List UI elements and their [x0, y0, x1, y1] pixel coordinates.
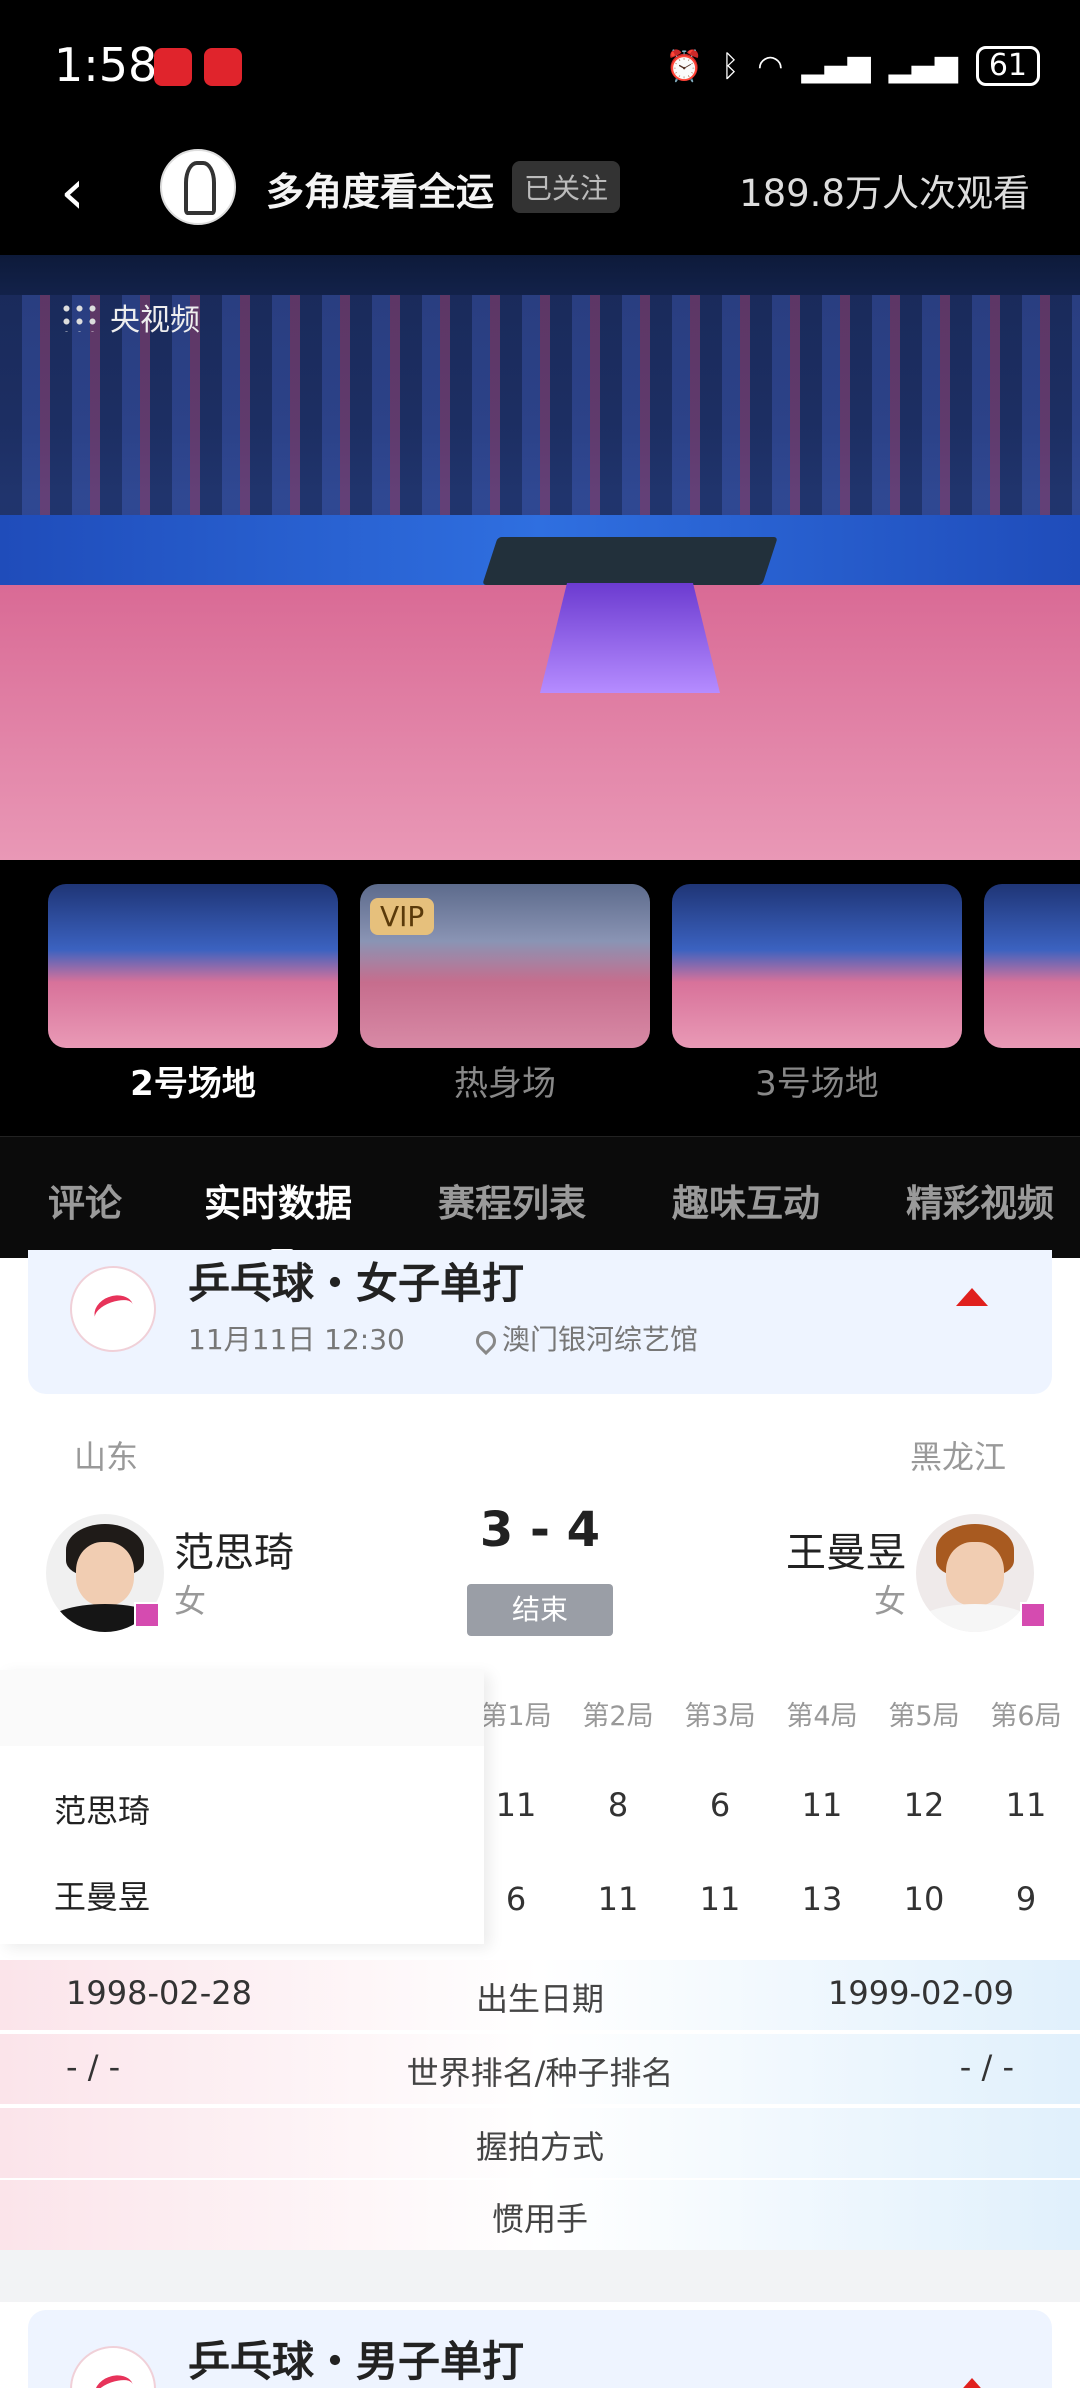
set-score: 12 [903, 1786, 945, 1824]
compare-right-value: - / - [959, 2048, 1014, 2086]
signal-icon: ▂▄▆ [888, 48, 958, 84]
set-score: 11 [495, 1786, 537, 1824]
channel-avatar[interactable] [160, 149, 236, 225]
set-score: 11 [699, 1880, 741, 1918]
channel-title[interactable]: 多角度看全运 [266, 161, 494, 216]
angle-thumb[interactable] [672, 884, 962, 1048]
angle-thumb[interactable] [984, 884, 1080, 1048]
compare-row-hand: 惯用手 [0, 2180, 1080, 2250]
compare-label: 世界排名/种子排名 [406, 2054, 674, 2092]
table-tennis-base [540, 583, 720, 693]
set-score: 11 [597, 1880, 639, 1918]
tab-highlights[interactable]: 精彩视频 [906, 1173, 1054, 1227]
alarm-icon: ⏰ [665, 48, 704, 84]
collapse-icon[interactable] [956, 1288, 988, 1306]
set-row-name: 王曼昱 [54, 1878, 151, 1916]
player-tag-icon [1020, 1602, 1046, 1628]
event-card[interactable]: 乒乓球・女子单打 11月11日 12:30 澳门银河综艺馆 [28, 1250, 1052, 1394]
battery-icon: 61 [975, 46, 1040, 86]
venue-text: 澳门银河综艺馆 [502, 1323, 699, 1356]
right-province: 黑龙江 [909, 1438, 1006, 1476]
tab-schedule[interactable]: 赛程列表 [438, 1173, 586, 1227]
table-tennis-icon [70, 2346, 156, 2388]
vip-badge: VIP [370, 898, 435, 935]
event-time: 11月11日 12:30 [188, 1323, 405, 1356]
view-count: 189.8万人次观看 [739, 172, 1030, 215]
compare-row-grip: 握拍方式 [0, 2108, 1080, 2178]
huawei-app-icon [154, 48, 192, 86]
cctv-logo-icon [60, 302, 100, 332]
app-notification-icon [204, 48, 242, 86]
video-player[interactable]: 央视频 [0, 255, 1080, 860]
compare-right-value: 1999-02-09 [828, 1974, 1014, 2012]
set-score: 11 [801, 1786, 843, 1824]
angle-thumb[interactable] [48, 884, 338, 1048]
status-bar: 1:58 ⏰ ᛒ ◠ ▂▄▆ ▂▄▆ 61 [0, 0, 1080, 135]
match-score: 3 - 4 [479, 1502, 601, 1558]
section-divider [0, 2250, 1080, 2302]
left-province: 山东 [74, 1438, 139, 1476]
table-tennis-table [482, 537, 778, 585]
location-pin-icon [471, 1326, 501, 1356]
watermark-text: 央视频 [110, 303, 200, 338]
angle-thumb[interactable]: VIP [360, 884, 650, 1048]
player-tag-icon [134, 1602, 160, 1628]
tab-comments[interactable]: 评论 [48, 1173, 122, 1227]
set-score: 9 [1015, 1880, 1037, 1918]
event-title: 乒乓球・男子单打 [188, 2337, 525, 2386]
set-header: 第3局 [684, 1701, 756, 1732]
follow-button[interactable]: 已关注 [512, 161, 621, 213]
status-icons: ⏰ ᛒ ◠ ▂▄▆ ▂▄▆ 61 [666, 46, 1040, 86]
tab-interaction[interactable]: 趣味互动 [672, 1173, 820, 1227]
set-score: 6 [709, 1786, 731, 1824]
set-row-name: 范思琦 [54, 1792, 151, 1830]
angle-label[interactable]: 2号场地 [48, 1056, 338, 1105]
tab-live-data[interactable]: 实时数据 [204, 1173, 352, 1227]
player-name-right: 王曼昱 [786, 1530, 906, 1576]
compare-row-ranking: 世界排名/种子排名 - / - - / - [0, 2034, 1080, 2104]
compare-left-value: 1998-02-28 [66, 1974, 252, 2012]
player-gender-right: 女 [873, 1582, 906, 1620]
set-header: 第2局 [582, 1701, 654, 1732]
player-avatar-right[interactable] [916, 1514, 1034, 1632]
angle-label[interactable]: 热身场 [360, 1056, 650, 1105]
set-score: 13 [801, 1880, 843, 1918]
set-score: 11 [1005, 1786, 1047, 1824]
set-score: 8 [607, 1786, 629, 1824]
compare-label: 惯用手 [491, 2200, 588, 2238]
event-venue: 澳门银河综艺馆 [471, 1318, 699, 1358]
compare-label: 握拍方式 [475, 2128, 604, 2166]
angle-selector: 2号场地 VIP 热身场 3号场地 [0, 860, 1080, 1136]
video-watermark: 央视频 [60, 295, 200, 339]
set-header: 第6局 [990, 1701, 1062, 1732]
live-data-panel: 乒乓球・女子单打 11月11日 12:30 澳门银河综艺馆 山东 黑龙江 范思琦… [0, 1250, 1080, 2388]
expand-icon[interactable] [956, 2378, 988, 2388]
set-score: 6 [505, 1880, 527, 1918]
angle-label[interactable]: 3号场地 [672, 1056, 962, 1105]
status-time: 1:58 [54, 38, 158, 92]
event-card[interactable]: 乒乓球・男子单打 [28, 2310, 1052, 2388]
player-gender-left: 女 [174, 1582, 207, 1620]
names-column: 范思琦 王曼昱 [0, 1670, 484, 1944]
set-score: 10 [903, 1880, 945, 1918]
event-title: 乒乓球・女子单打 [188, 1259, 525, 1308]
bluetooth-icon: ᛒ [721, 48, 740, 84]
wifi-icon: ◠ [757, 48, 784, 84]
back-icon[interactable]: ‹ [60, 157, 85, 227]
set-header: 第5局 [888, 1701, 960, 1732]
live-header: ‹ 多角度看全运 已关注 189.8万人次观看 [0, 135, 1080, 255]
compare-left-value: - / - [66, 2048, 121, 2086]
set-header: 第4局 [786, 1701, 858, 1732]
match-status-badge: 结束 [467, 1584, 613, 1636]
compare-row-birthdate: 出生日期 1998-02-28 1999-02-09 [0, 1960, 1080, 2030]
content-tabs: 评论 实时数据 赛程列表 趣味互动 精彩视频 [0, 1136, 1080, 1258]
signal-icon: ▂▄▆ [801, 48, 871, 84]
table-tennis-icon [70, 1266, 156, 1352]
video-frame-floor [0, 585, 1080, 860]
